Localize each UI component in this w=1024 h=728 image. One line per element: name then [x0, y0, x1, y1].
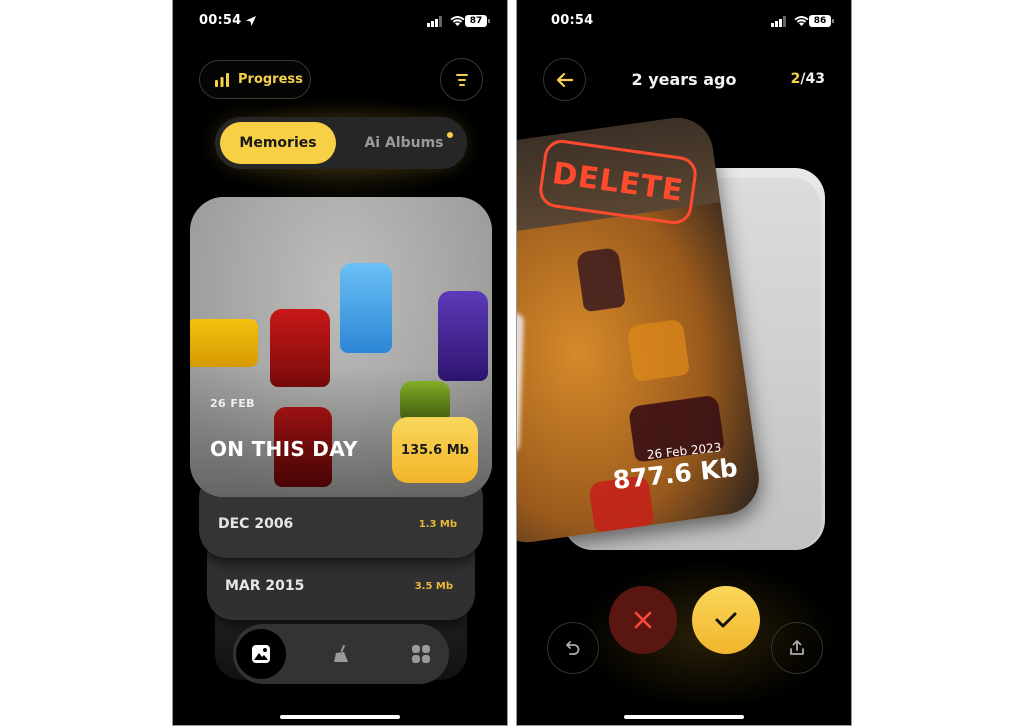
new-badge-dot [447, 132, 453, 138]
tab-cleanup[interactable] [316, 629, 366, 679]
on-this-day-card[interactable]: 26 FEB ON THIS DAY 135.6 Mb [190, 197, 492, 497]
tab-albums[interactable] [396, 629, 446, 679]
battery-indicator: 87 [465, 15, 490, 27]
memory-label: MAR 2015 [225, 578, 305, 594]
delete-button[interactable] [609, 586, 677, 654]
gummy-yellow [190, 319, 258, 367]
bottom-tab-bar [233, 624, 449, 684]
wifi-icon [450, 16, 465, 26]
undo-button[interactable] [547, 622, 599, 674]
tab-photos[interactable] [236, 629, 286, 679]
keep-button[interactable] [692, 586, 760, 654]
featured-date: 26 FEB [210, 397, 255, 410]
swipe-review-screen: 00:54 86 2 years ago 2/43 DELETE 26 Feb … [516, 0, 852, 726]
cellular-signal-icon [771, 16, 786, 27]
photo-counter: 2/43 [791, 71, 825, 87]
gummy-orange [626, 318, 691, 382]
bar-chart-icon [215, 72, 229, 87]
status-time: 00:54 [551, 13, 594, 28]
gummy-dark [576, 247, 626, 313]
memory-size: 3.5 Mb [414, 581, 453, 592]
wifi-icon [794, 16, 809, 26]
counter-current: 2 [790, 71, 801, 87]
location-arrow-icon [246, 16, 256, 26]
share-icon [790, 640, 804, 655]
photo-icon [252, 645, 270, 663]
filter-icon [455, 73, 468, 86]
gummy-blue [340, 263, 392, 353]
home-indicator [280, 715, 400, 719]
counter-total: /43 [800, 71, 825, 87]
status-bar: 00:54 86 [517, 13, 851, 33]
broom-icon [334, 645, 348, 662]
share-button[interactable] [771, 622, 823, 674]
cellular-signal-icon [427, 16, 442, 27]
tab-ai-albums[interactable]: Ai Albums [349, 122, 459, 164]
memories-screen: 00:54 87 Progress Memories Ai Albums MAR… [172, 0, 508, 726]
featured-title: ON THIS DAY [210, 437, 358, 461]
tab-memories[interactable]: Memories [220, 122, 336, 164]
undo-icon [566, 641, 580, 655]
check-icon [715, 612, 737, 628]
grid-icon [412, 645, 430, 663]
memory-label: DEC 2006 [218, 516, 294, 532]
memory-size: 1.3 Mb [418, 519, 457, 530]
progress-button[interactable]: Progress [199, 60, 311, 99]
featured-size-badge: 135.6 Mb [392, 417, 478, 483]
light-flare [517, 312, 524, 454]
view-switcher: Memories Ai Albums [215, 117, 467, 169]
close-icon [634, 611, 652, 629]
status-bar: 00:54 87 [173, 13, 507, 33]
progress-label: Progress [238, 72, 303, 87]
home-indicator [624, 715, 744, 719]
battery-indicator: 86 [809, 15, 834, 27]
status-time: 00:54 [199, 13, 242, 28]
